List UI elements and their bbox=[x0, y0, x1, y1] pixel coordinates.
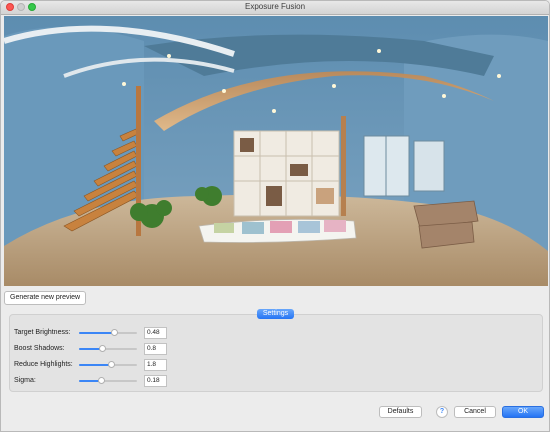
reduce-highlights-slider[interactable] bbox=[79, 361, 137, 368]
target-brightness-slider[interactable] bbox=[79, 329, 137, 336]
help-button[interactable]: ? bbox=[436, 406, 448, 418]
target-brightness-slider-fill bbox=[79, 332, 114, 334]
reduce-highlights-slider-fill bbox=[79, 364, 111, 366]
reduce-highlights-row: Reduce Highlights: 1.8 bbox=[14, 359, 214, 371]
defaults-button[interactable]: Defaults bbox=[379, 406, 422, 418]
settings-tab[interactable]: Settings bbox=[257, 309, 294, 319]
target-brightness-input[interactable]: 0.48 bbox=[144, 327, 167, 339]
panorama-preview-image bbox=[4, 16, 548, 286]
reduce-highlights-slider-knob[interactable] bbox=[107, 361, 115, 368]
sigma-row: Sigma: 0.18 bbox=[14, 375, 214, 387]
boost-shadows-input[interactable]: 0.8 bbox=[144, 343, 167, 355]
target-brightness-row: Target Brightness: 0.48 bbox=[14, 327, 214, 339]
boost-shadows-slider[interactable] bbox=[79, 345, 137, 352]
reduce-highlights-label: Reduce Highlights: bbox=[14, 361, 73, 368]
boost-shadows-slider-knob[interactable] bbox=[99, 345, 107, 352]
ok-button[interactable]: OK bbox=[502, 406, 544, 418]
cancel-button[interactable]: Cancel bbox=[454, 406, 496, 418]
sigma-slider-knob[interactable] bbox=[98, 377, 106, 384]
generate-new-preview-button[interactable]: Generate new preview bbox=[4, 291, 87, 305]
panorama-preview-graphic bbox=[4, 16, 548, 286]
target-brightness-slider-knob[interactable] bbox=[110, 329, 118, 336]
boost-shadows-label: Boost Shadows: bbox=[14, 345, 65, 352]
window-title: Exposure Fusion bbox=[244, 2, 306, 11]
sigma-input[interactable]: 0.18 bbox=[144, 375, 167, 387]
exposure-fusion-window: Exposure Fusion Generate new preview Set… bbox=[0, 0, 550, 432]
reduce-highlights-input[interactable]: 1.8 bbox=[144, 359, 167, 371]
sigma-label: Sigma: bbox=[14, 377, 36, 384]
target-brightness-label: Target Brightness: bbox=[14, 329, 71, 336]
title-bar[interactable]: Exposure Fusion bbox=[1, 1, 549, 15]
sigma-slider[interactable] bbox=[79, 377, 137, 384]
boost-shadows-row: Boost Shadows: 0.8 bbox=[14, 343, 214, 355]
